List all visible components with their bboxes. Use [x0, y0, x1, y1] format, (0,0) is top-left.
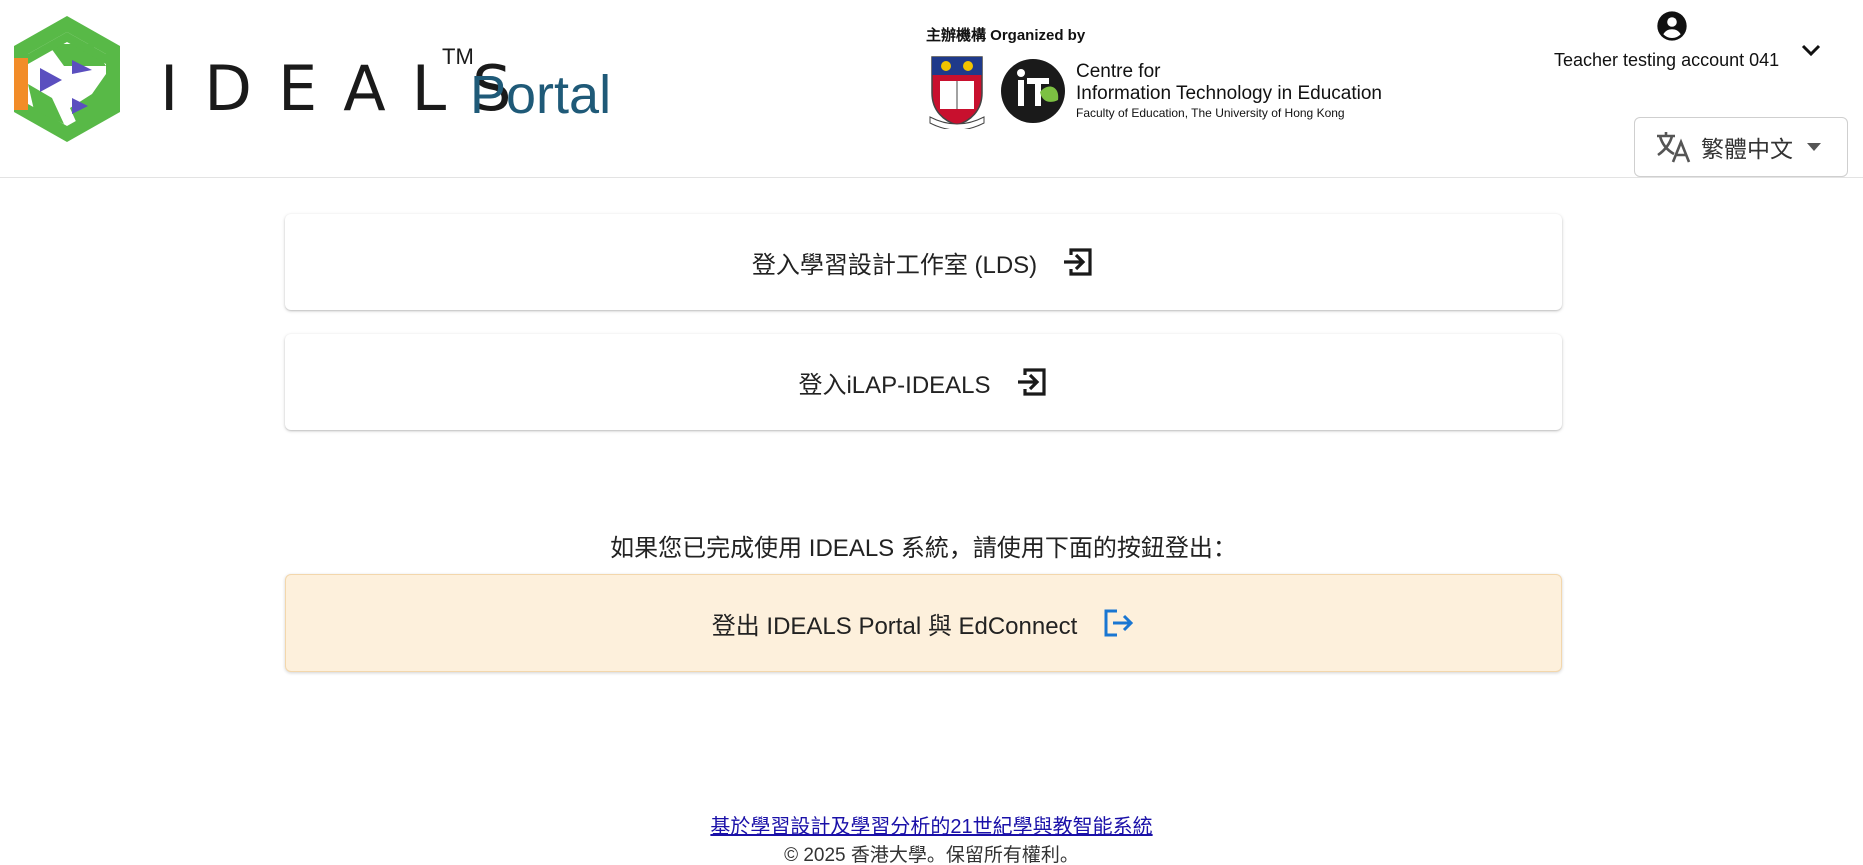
ideals-logo-icon [14, 16, 120, 142]
login-ilap-button[interactable]: 登入iLAP-IDEALS [285, 334, 1562, 430]
login-lds-button[interactable]: 登入學習設計工作室 (LDS) [285, 214, 1562, 310]
logout-icon [1104, 609, 1134, 637]
language-label: 繁體中文 [1701, 136, 1793, 162]
organizer-line-3: Faculty of Education, The University of … [1076, 105, 1345, 120]
login-lds-label: 登入學習設計工作室 (LDS) [751, 251, 1038, 279]
login-ilap-label: 登入iLAP-IDEALS [798, 371, 991, 399]
portal-wordmark: Portal [470, 65, 612, 125]
login-icon [1064, 248, 1092, 276]
organizer-line-2: Information Technology in Education [1076, 83, 1382, 105]
chevron-down-icon[interactable] [1800, 42, 1822, 58]
cite-logo-icon [1001, 59, 1065, 123]
account-menu[interactable]: Teacher testing account 041 [1548, 10, 1848, 80]
organizer-line-1: Centre for [1076, 61, 1161, 83]
logout-label: 登出 IDEALS Portal 與 EdConnect [711, 612, 1078, 640]
footer-copyright: © 2025 香港大學。保留所有權利。 [784, 845, 1079, 865]
organizer-block: 主辦機構 Organized by Centre for Information… [926, 24, 1386, 134]
footer-system-link[interactable]: 基於學習設計及學習分析的21世紀學與教智能系統 [0, 810, 1863, 839]
ideals-logo[interactable]: IDEALS TM Portal [8, 14, 611, 148]
login-icon [1017, 368, 1046, 396]
caret-down-icon [1807, 143, 1821, 151]
hku-crest-icon [929, 56, 985, 129]
logout-button[interactable]: 登出 IDEALS Portal 與 EdConnect [285, 574, 1562, 672]
account-circle-icon [1657, 11, 1687, 41]
translate-icon [1657, 132, 1691, 163]
trademark-mark: TM [442, 44, 474, 69]
language-select[interactable]: 繁體中文 [1634, 117, 1848, 177]
header: IDEALS TM Portal 主辦機構 Organized by Centr… [0, 0, 1863, 178]
logout-notice: 如果您已完成使用 IDEALS 系統，請使用下面的按鈕登出： [610, 535, 1237, 562]
account-name: Teacher testing account 041 [1554, 50, 1780, 70]
organizer-caption: 主辦機構 Organized by [926, 27, 1086, 44]
